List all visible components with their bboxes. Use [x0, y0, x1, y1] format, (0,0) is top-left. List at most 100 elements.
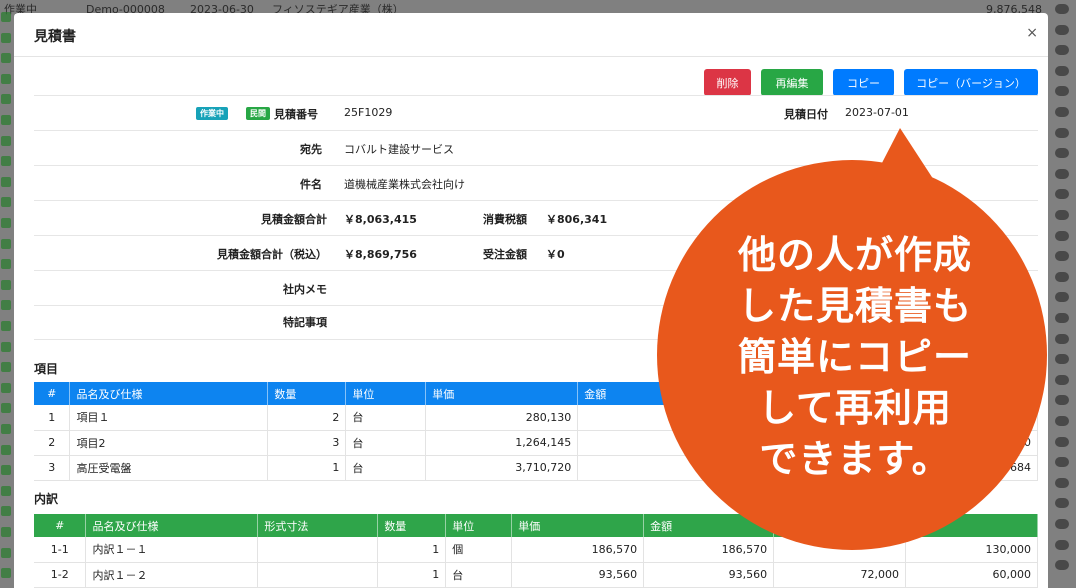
bg-file-icon — [1, 94, 11, 105]
bg-file-icon — [1, 238, 11, 249]
bg-file-icon — [1, 156, 11, 167]
bg-file-icon — [1, 321, 11, 331]
bg-cloud-icon — [1055, 189, 1069, 200]
bg-cloud-icon — [1055, 86, 1069, 97]
bg-cloud-icon — [1055, 539, 1069, 550]
order-label: 受注金額 — [483, 248, 527, 261]
bg-cloud-icon — [1055, 168, 1069, 179]
breakdown-header-price: 単価 — [511, 514, 645, 537]
breakdown-price: 186,570 — [511, 537, 645, 563]
bg-cloud-icon — [1055, 457, 1069, 468]
table-row[interactable]: 1-1 内訳１－１ 1 個 186,570 186,570 130,000 — [34, 537, 1038, 563]
bg-cloud-icon — [1055, 519, 1069, 529]
breakdown-name: 内訳１－１ — [85, 537, 259, 563]
bg-cloud-icon — [1055, 271, 1069, 282]
bg-file-icon — [1, 300, 11, 311]
info-row-total: 見積金額合計 ￥8,063,415 消費税額 ￥806,341 — [34, 200, 1038, 235]
items-header-unit: 単位 — [345, 382, 427, 405]
breakdown-qty: 1 — [377, 537, 447, 563]
breakdown-header-spec: 形式寸法 — [257, 514, 379, 537]
reedit-button[interactable]: 再編集 — [761, 69, 823, 96]
bg-cloud-icon — [1055, 313, 1069, 323]
item-unit: 台 — [345, 430, 427, 456]
bg-file-icon — [1, 465, 11, 476]
item-price: 280,130 — [425, 405, 579, 431]
subject-value: 道機械産業株式会社向け — [344, 178, 465, 191]
breakdown-no: 1-2 — [34, 562, 87, 588]
bg-left-icon-column — [0, 0, 14, 588]
bg-file-icon — [1, 279, 11, 290]
to-label: 宛先 — [300, 143, 322, 156]
bg-cloud-icon — [1055, 24, 1069, 35]
bg-cloud-icon — [1055, 354, 1069, 365]
estimate-no-label: 見積番号 — [274, 108, 318, 121]
table-row[interactable]: 1-2 内訳１－２ 1 台 93,560 93,560 72,000 60,00… — [34, 562, 1038, 588]
tax-value: ￥806,341 — [546, 213, 608, 226]
bg-file-icon — [1, 424, 11, 434]
bg-cloud-icon — [1055, 436, 1069, 447]
total-value: ￥8,063,415 — [344, 213, 417, 226]
bg-cloud-icon — [1055, 416, 1069, 426]
breakdown-col8 — [773, 537, 907, 563]
total-tax-value: ￥8,869,756 — [344, 248, 417, 261]
status-badge: 作業中 — [196, 107, 228, 120]
subject-label: 件名 — [300, 178, 322, 191]
item-amount — [577, 405, 731, 431]
bg-file-icon — [1, 197, 11, 208]
bg-file-icon — [1, 506, 11, 517]
table-row[interactable]: 3 高圧受電盤 1 台 3,710,720 3, 684 — [34, 455, 1038, 481]
to-value: コバルト建設サービス — [344, 143, 454, 156]
item-amount: 3, — [577, 455, 731, 481]
bg-cloud-icon — [1055, 107, 1069, 117]
delete-button[interactable]: 削除 — [704, 69, 751, 96]
bg-file-icon — [1, 444, 11, 455]
breakdown-name: 内訳１－２ — [85, 562, 259, 588]
bg-file-icon — [1, 115, 11, 125]
breakdown-price: 93,560 — [511, 562, 645, 588]
items-header-price: 単価 — [425, 382, 579, 405]
breakdown-col9: 60,000 — [905, 562, 1038, 588]
estimate-date-label: 見積日付 — [784, 108, 828, 121]
order-value: ￥0 — [546, 248, 565, 261]
bg-file-icon — [1, 176, 11, 187]
action-buttons: 削除 再編集 コピー コピー（バージョン） — [704, 69, 1038, 96]
bg-file-icon — [1, 403, 11, 414]
bg-file-icon — [1, 218, 11, 228]
bg-file-icon — [1, 12, 11, 22]
bg-file-icon — [1, 341, 11, 352]
notes-label: 特記事項 — [283, 316, 327, 329]
items-header-amount: 金額 — [577, 382, 731, 405]
items-header-no: # — [34, 382, 71, 405]
info-row-subject: 件名 道機械産業株式会社向け — [34, 165, 1038, 200]
breakdown-header-unit: 単位 — [445, 514, 513, 537]
items-header-col7 — [729, 382, 885, 405]
breakdown-header-col9 — [905, 514, 1038, 537]
modal-header: 見積書 × — [14, 13, 1048, 57]
bg-cloud-icon — [1055, 4, 1069, 14]
table-row[interactable]: 2 項目2 3 台 1,264,145 0 — [34, 430, 1038, 456]
bg-file-icon — [1, 73, 11, 84]
copy-version-button[interactable]: コピー（バージョン） — [904, 69, 1038, 96]
breakdown-spec — [257, 537, 379, 563]
copy-button[interactable]: コピー — [833, 69, 894, 96]
bg-file-icon — [1, 53, 11, 64]
info-row-total-tax: 見積金額合計（税込） ￥8,869,756 受注金額 ￥0 — [34, 235, 1038, 270]
breakdown-col9: 130,000 — [905, 537, 1038, 563]
bg-file-icon — [1, 259, 11, 270]
item-price: 1,264,145 — [425, 430, 579, 456]
item-amount — [577, 430, 731, 456]
table-row[interactable]: 1 項目１ 2 台 280,130 — [34, 405, 1038, 431]
item-col7 — [729, 405, 885, 431]
bg-file-icon — [1, 362, 11, 373]
breakdown-header-col8 — [773, 514, 907, 537]
bg-cloud-icon — [1055, 498, 1069, 509]
item-price: 3,710,720 — [425, 455, 579, 481]
estimate-date-value: 2023-07-01 — [845, 106, 909, 119]
item-col7 — [729, 430, 885, 456]
close-icon[interactable]: × — [1026, 25, 1038, 41]
tax-label: 消費税額 — [483, 213, 527, 226]
bg-cloud-icon — [1055, 292, 1069, 303]
item-qty: 3 — [267, 430, 347, 456]
bg-cloud-icon — [1055, 333, 1069, 344]
items-header-row: # 品名及び仕様 数量 単位 単価 金額 — [34, 382, 1038, 405]
